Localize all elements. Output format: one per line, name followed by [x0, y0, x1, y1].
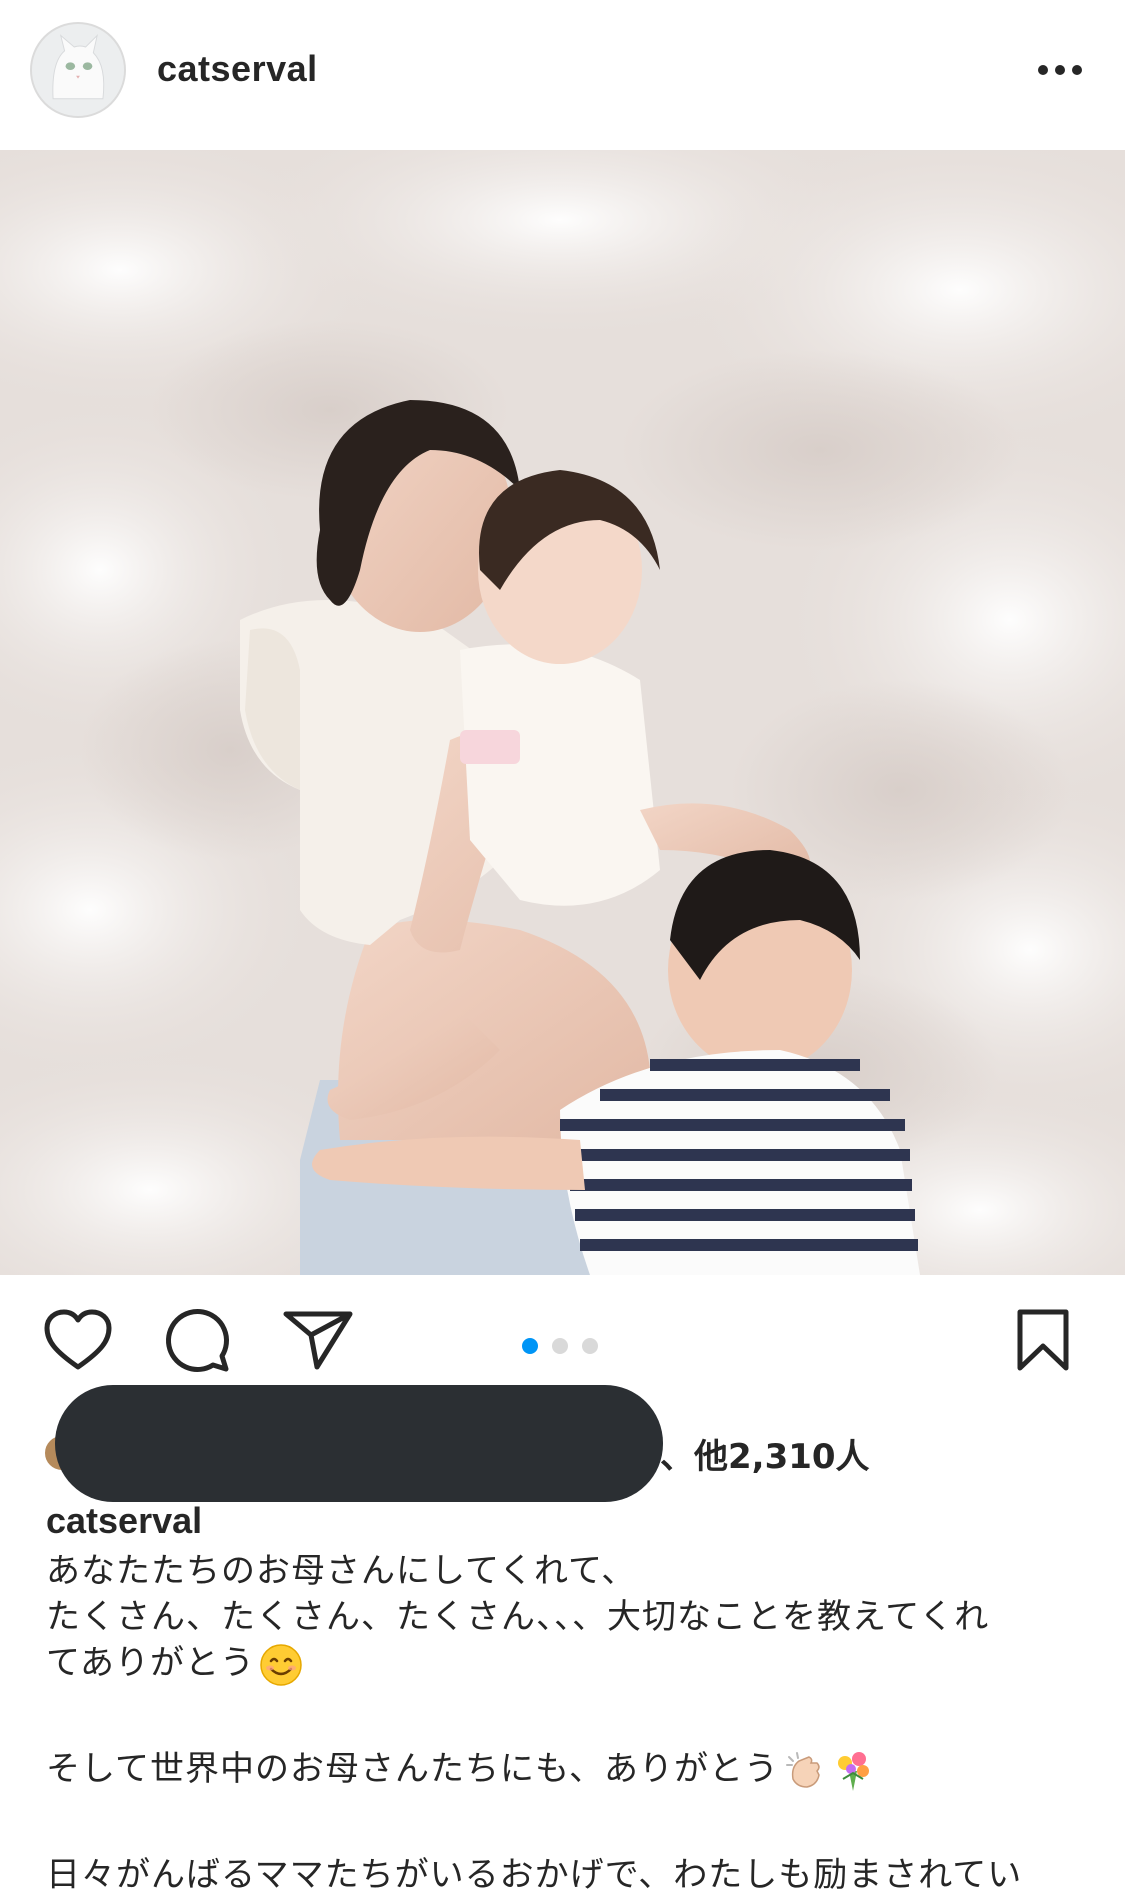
caption-username[interactable]: catserval — [46, 1500, 202, 1542]
carousel-dot — [552, 1338, 568, 1354]
caption-line: たくさん、たくさん、たくさん、、、大切なことを教えてくれ — [46, 1597, 990, 1637]
caption-line: そして世界中のお母さんたちにも、ありがとう — [46, 1746, 1086, 1792]
caption-gap — [46, 1686, 1086, 1746]
post-header: catserval — [0, 0, 1125, 150]
caption-line-text: てありがとう — [46, 1643, 255, 1683]
bookmark-icon — [1017, 1309, 1069, 1371]
heart-icon — [44, 1309, 112, 1370]
like-button[interactable] — [38, 1300, 118, 1380]
post-username[interactable]: catserval — [157, 48, 318, 90]
more-options-button[interactable] — [1030, 50, 1090, 90]
carousel-dot — [522, 1338, 538, 1354]
mother-and-children-photo — [0, 150, 1125, 1275]
save-button[interactable] — [1003, 1300, 1083, 1380]
caption-line: てありがとう — [46, 1640, 1086, 1686]
share-button[interactable] — [278, 1300, 358, 1380]
profile-avatar[interactable] — [30, 22, 126, 118]
comment-icon — [166, 1309, 229, 1372]
caption-line-text: そして世界中のお母さんたちにも、ありがとう — [46, 1749, 779, 1789]
likes-count[interactable]: 、他2,310人 — [660, 1429, 870, 1478]
redaction-block — [55, 1385, 663, 1502]
smiling-face-emoji-icon — [260, 1643, 302, 1686]
caption-line: あなたたちのお母さんにしてくれて、 — [46, 1551, 637, 1591]
caption-gap — [46, 1792, 1086, 1852]
bouquet-emoji-icon — [837, 1751, 869, 1791]
cat-avatar-icon — [32, 24, 124, 116]
caption-line: 日々がんばるママたちがいるおかげで、わたしも励まされてい — [46, 1855, 1023, 1895]
carousel-dot — [582, 1338, 598, 1354]
post-photo[interactable] — [0, 150, 1125, 1275]
caption-text: あなたたちのお母さんにしてくれて、 たくさん、たくさん、たくさん、、、大切なこと… — [46, 1548, 1086, 1898]
instagram-post: catserval 、他2,310人 catserval あなたたちのお母さんに… — [0, 0, 1125, 1899]
more-horizontal-icon — [1038, 65, 1082, 75]
likes-row: 、他2,310人 — [0, 1385, 1125, 1505]
clapping-hands-emoji-icon — [785, 1751, 820, 1788]
carousel-indicator — [522, 1338, 598, 1354]
send-icon — [283, 1311, 353, 1370]
comment-button[interactable] — [158, 1300, 238, 1380]
